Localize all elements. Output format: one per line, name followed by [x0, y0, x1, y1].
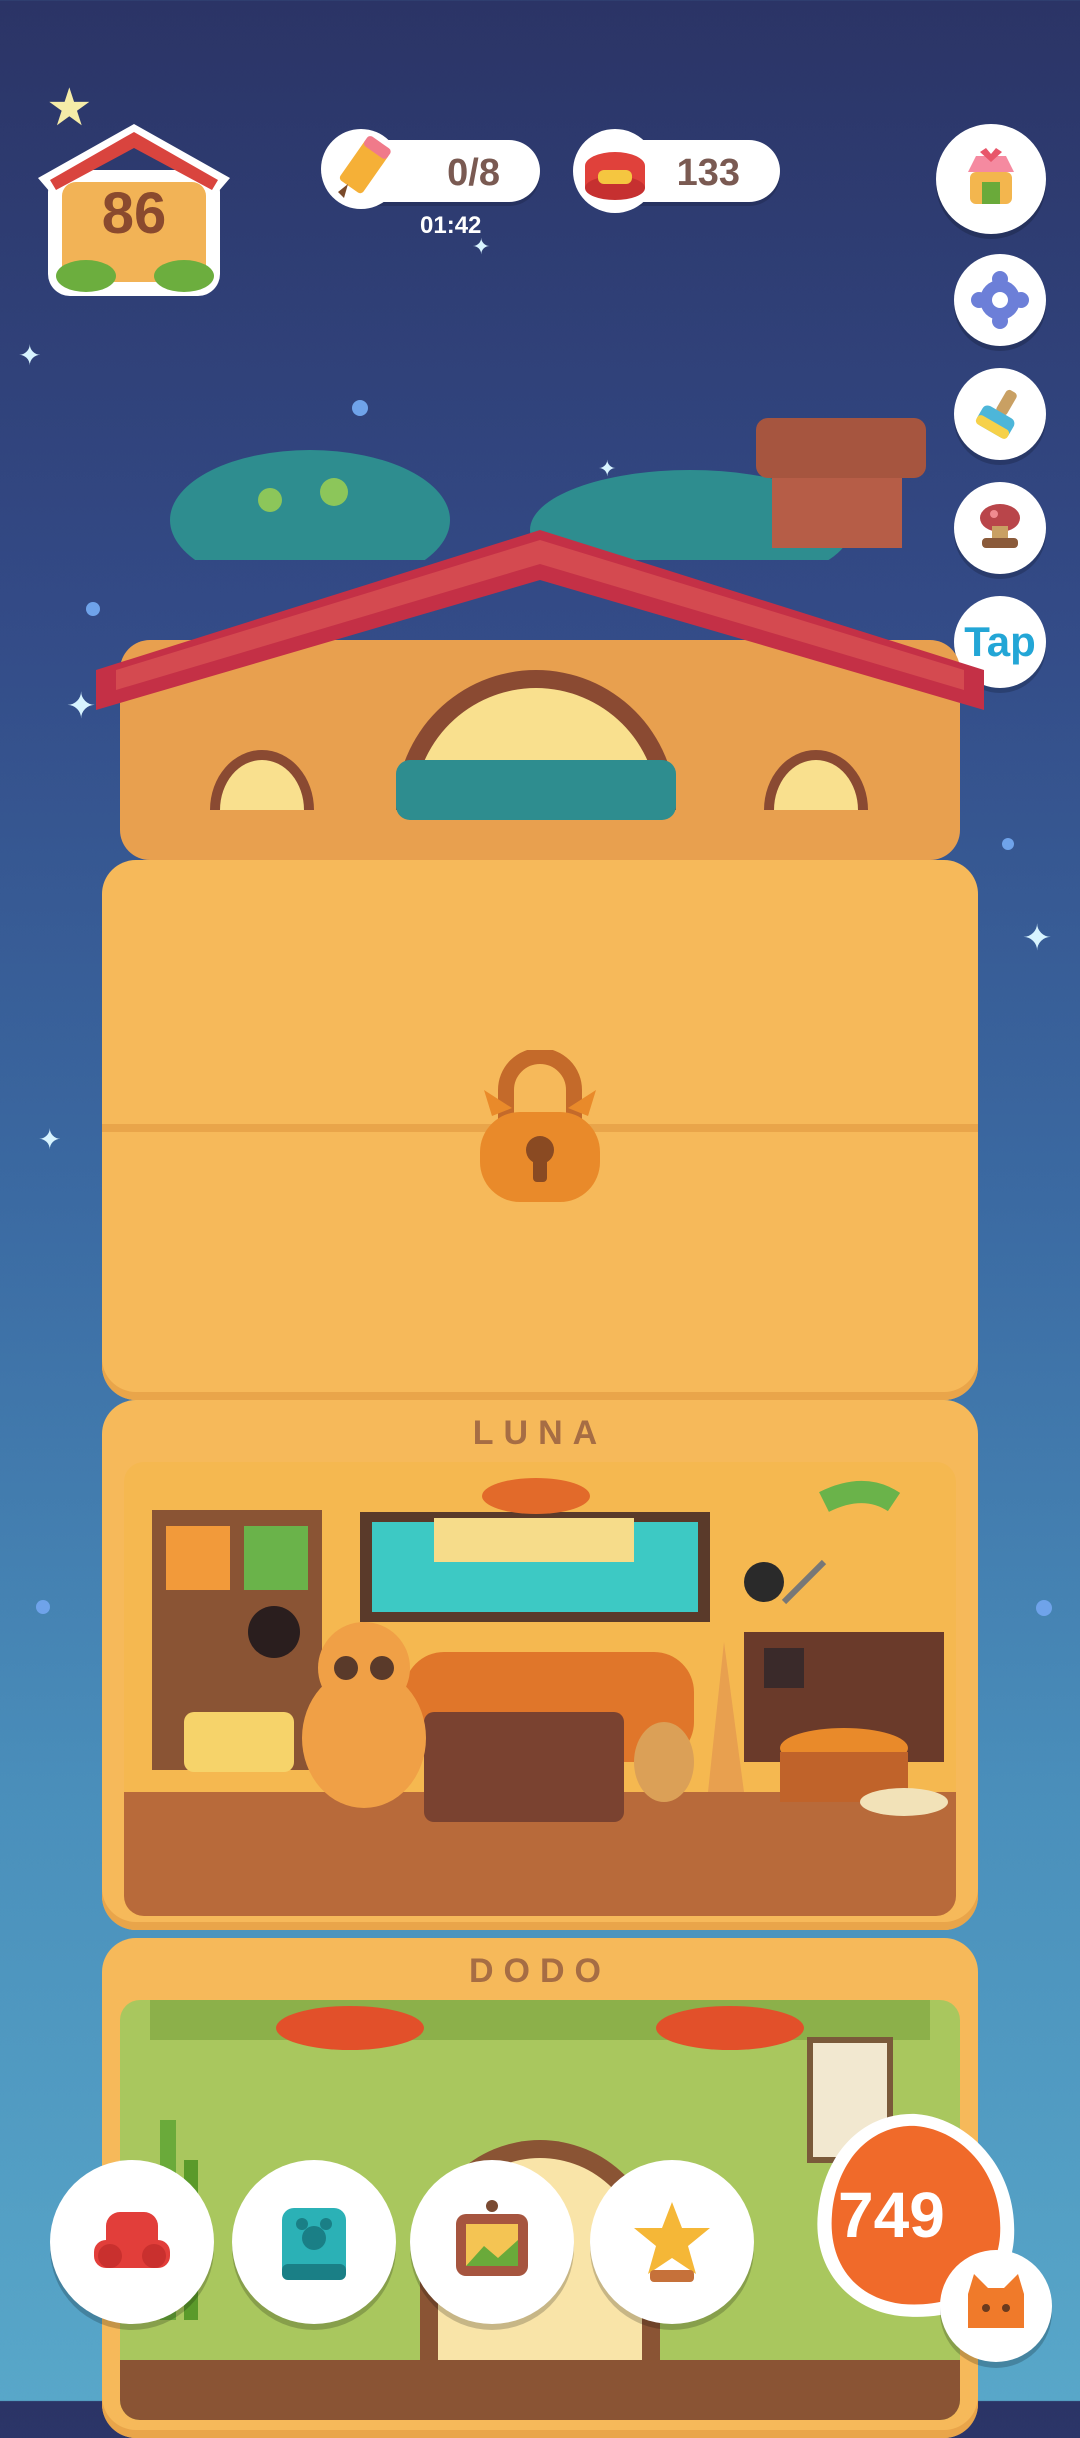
fish-can-value: 133: [676, 152, 740, 194]
attic-floor[interactable]: [96, 520, 984, 860]
room-luna-scene: [124, 1462, 956, 1916]
roof-and-attic: [96, 530, 984, 860]
picture-frame-icon: [456, 2200, 528, 2276]
sky-dot: [1036, 1600, 1052, 1616]
shop-button[interactable]: [936, 124, 1046, 234]
sparkle-star: ✦: [38, 1124, 62, 1155]
coin-count: 749: [838, 2179, 945, 2251]
sky-dot: [36, 1600, 50, 1614]
settings-button[interactable]: [954, 254, 1046, 346]
sparkle-star: ✦: [1022, 917, 1053, 958]
room-luna[interactable]: LUNA: [102, 1400, 978, 1930]
padlock-icon: [460, 1048, 620, 1210]
locked-floor[interactable]: [102, 860, 978, 1400]
furniture-icon: [94, 2212, 170, 2268]
level-star: ★: [46, 79, 93, 137]
house-level-badge[interactable]: 86: [28, 118, 240, 298]
paint-brush-icon: [975, 389, 1017, 439]
pencil-icon: [318, 126, 404, 212]
pencil-timer: 01:42: [420, 212, 482, 239]
house-level-value: 86: [101, 181, 167, 246]
cat-face-button[interactable]: [940, 2250, 1052, 2362]
paint-brush-button[interactable]: [954, 368, 1046, 460]
cat-face-icon: [968, 2274, 1024, 2328]
sky-dot: [1002, 838, 1014, 850]
sky-dot: [352, 400, 368, 416]
shop-icon: [968, 148, 1014, 204]
sparkle-star: ✦: [66, 685, 97, 726]
pencil-counter-value: 0/8: [447, 152, 500, 194]
picture-frame-button[interactable]: [410, 2160, 574, 2324]
room-label: DODO: [469, 1952, 611, 1990]
fish-can-icon: [570, 126, 660, 216]
furniture-button[interactable]: [50, 2160, 214, 2324]
cat-book-icon: [282, 2208, 346, 2280]
settings-gear-icon: [971, 271, 1029, 329]
trophy-icon: [634, 2202, 710, 2282]
cat-book-button[interactable]: [232, 2160, 396, 2324]
sparkle-star: ✦: [18, 340, 42, 371]
trophy-button[interactable]: [590, 2160, 754, 2324]
room-label: LUNA: [472, 1414, 608, 1452]
